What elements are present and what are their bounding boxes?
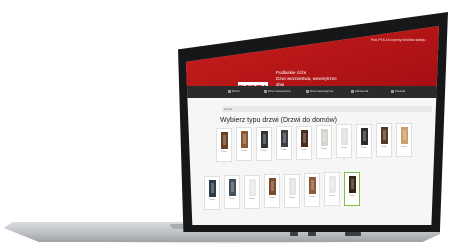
product-label: Drzwi — [229, 198, 235, 201]
product-card[interactable]: Drzwi — [204, 176, 220, 210]
door-thumbnail — [321, 129, 328, 146]
product-label: Drzwi — [329, 195, 335, 198]
nav-item-label: Drzwi — [232, 89, 240, 93]
header-contact-info: Pon-Pt 8-16 czynny infolinia sklepu — [371, 38, 426, 42]
nav-item-label: Akcesoria — [355, 89, 369, 93]
product-label: Drzwi — [289, 196, 295, 199]
door-thumbnail — [341, 128, 348, 146]
breadcrumb — [222, 106, 432, 112]
product-card[interactable]: Drzwi — [236, 127, 252, 162]
page-title: Wybierz typu drzwi (Drzwi do domów) — [220, 117, 338, 124]
tag-icon — [351, 89, 354, 93]
product-card[interactable]: Drzwi — [276, 126, 292, 161]
door-thumbnail — [361, 127, 368, 145]
product-label: Drzwi — [249, 197, 255, 200]
product-card[interactable]: Drzwi — [344, 171, 360, 206]
door-thumbnail — [261, 130, 268, 148]
product-label: Drzwi — [281, 149, 287, 152]
product-label: Drzwi — [361, 146, 367, 149]
product-card[interactable]: Drzwi — [336, 124, 352, 159]
card-slot — [345, 232, 361, 236]
door-thumbnail — [209, 180, 216, 197]
nav-item-wewnetrzne[interactable]: Dzwi wewnętrzne — [306, 88, 333, 95]
nav-item-label: Dzwi wewnętrzne — [310, 89, 334, 93]
door-thumbnail — [229, 179, 236, 197]
nav-item-label: Kontakt — [395, 89, 406, 93]
door-thumbnail — [329, 176, 336, 194]
door-thumbnail — [241, 131, 248, 149]
door-icon — [264, 89, 267, 93]
product-label: Drzwi — [261, 149, 267, 152]
door-thumbnail — [249, 178, 256, 196]
product-card[interactable]: Drzwi — [376, 123, 392, 158]
door-thumbnail — [221, 132, 228, 149]
product-label: Drzwi — [301, 148, 307, 151]
product-card[interactable]: Drzwi — [316, 125, 332, 159]
product-card[interactable]: Drzwi — [324, 172, 340, 207]
product-card[interactable]: Drzwi — [224, 175, 240, 210]
product-label: Drzwi — [269, 197, 275, 200]
product-card[interactable]: Drzwi — [284, 173, 300, 208]
product-label: Drzwi — [349, 194, 355, 197]
door-icon — [228, 89, 231, 93]
product-card[interactable]: Drzwi — [356, 123, 372, 158]
nav-item-zewnetrzne[interactable]: Dzwi zewnętrzne — [264, 88, 291, 95]
product-label: Drzwi — [221, 151, 227, 153]
usb-port — [308, 232, 316, 236]
product-label: Drzwi — [381, 146, 387, 149]
product-card[interactable]: Drzwi — [216, 128, 232, 162]
door-thumbnail — [309, 177, 316, 194]
product-label: Drzwi — [401, 145, 407, 148]
door-thumbnail — [269, 178, 276, 196]
door-thumbnail — [281, 130, 288, 148]
nav-item-drzwi[interactable]: Drzwi — [228, 88, 240, 95]
product-card[interactable]: Drzwi — [256, 126, 272, 161]
phone-icon — [391, 89, 394, 93]
product-label: Drzwi — [209, 199, 215, 201]
product-card[interactable]: Drzwi — [296, 125, 312, 160]
product-label: Drzwi — [341, 147, 347, 150]
product-card[interactable]: Drzwi — [396, 122, 412, 157]
product-card[interactable]: Drzwi — [264, 174, 280, 209]
product-label: Drzwi — [241, 150, 247, 153]
nav-item-kontakt[interactable]: Kontakt — [391, 88, 405, 95]
product-card[interactable]: Drzwi — [244, 174, 260, 209]
door-icon — [306, 89, 309, 93]
door-thumbnail — [349, 175, 356, 193]
nav-item-akcesoria[interactable]: Akcesoria — [351, 88, 368, 95]
product-label: Drzwi — [321, 148, 327, 150]
door-thumbnail — [301, 129, 308, 147]
laptop-mockup: DELTA Podlaskie ćóźe Dzwi wezniestwa, we… — [0, 0, 449, 252]
breadcrumb-home[interactable]: Home — [224, 106, 232, 112]
door-thumbnail — [289, 177, 296, 195]
door-thumbnail — [381, 127, 388, 145]
door-thumbnail — [401, 126, 408, 144]
product-label: Drzwi — [309, 196, 315, 198]
product-card[interactable]: Drzwi — [304, 173, 320, 207]
usb-port — [290, 232, 298, 236]
nav-item-label: Dzwi zewnętrzne — [268, 89, 291, 93]
